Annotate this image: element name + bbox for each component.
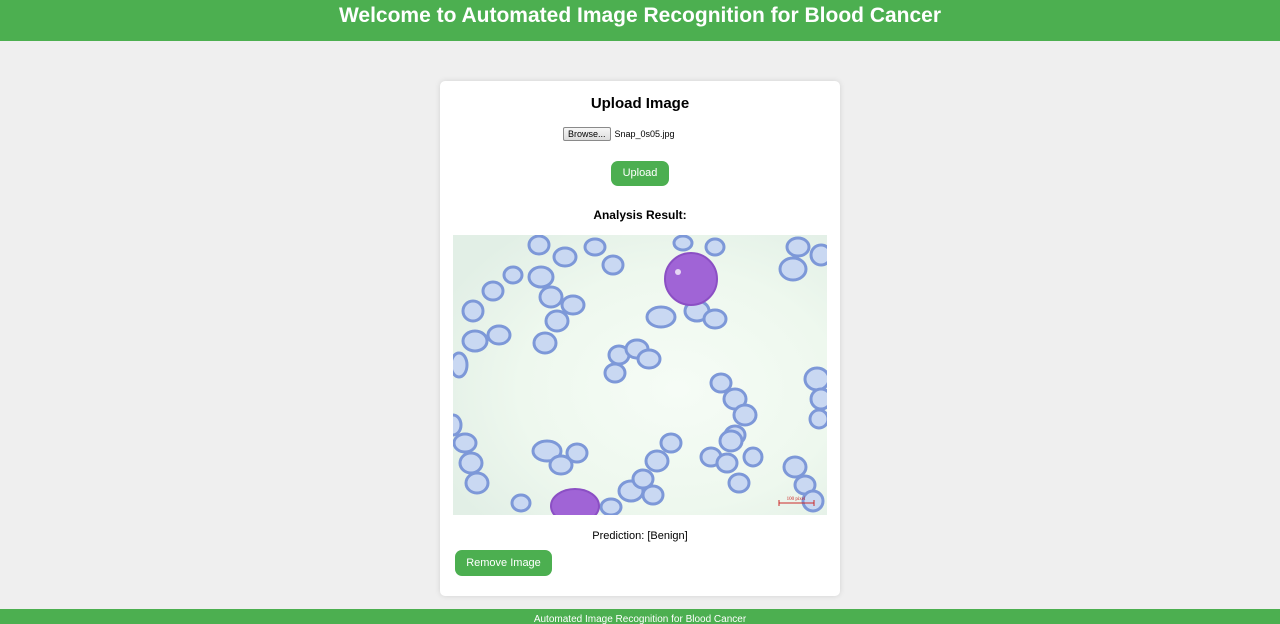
red-blood-cell — [544, 309, 570, 333]
red-blood-cell — [808, 408, 827, 430]
red-blood-cell — [527, 235, 551, 256]
red-blood-cell — [715, 452, 739, 474]
red-blood-cell — [809, 387, 827, 411]
footer-text: Automated Image Recognition for Blood Ca… — [533, 614, 747, 624]
red-blood-cell — [803, 366, 827, 392]
red-blood-cell — [461, 299, 485, 323]
red-blood-cell — [709, 372, 733, 394]
app-footer: Automated Image Recognition for Blood Ca… — [0, 609, 1280, 624]
red-blood-cell — [631, 468, 655, 490]
blood-smear-illustration: 100 pixel — [453, 235, 827, 515]
red-blood-cell — [809, 243, 827, 267]
red-blood-cell — [532, 331, 558, 355]
scale-bar-label: 100 pixel — [787, 497, 806, 502]
red-blood-cell — [552, 246, 578, 268]
red-blood-cell — [644, 449, 670, 473]
red-blood-cell — [583, 237, 607, 257]
red-blood-cell — [742, 446, 764, 468]
red-blood-cell — [704, 237, 726, 257]
blood-smear-image: 100 pixel — [453, 235, 827, 515]
red-blood-cell — [732, 403, 758, 427]
upload-title: Upload Image — [590, 95, 690, 112]
prediction-text: Prediction: [Benign] — [592, 530, 688, 542]
red-blood-cell — [727, 472, 751, 494]
red-blood-cell — [560, 294, 586, 316]
red-blood-cell — [464, 471, 490, 495]
red-blood-cell — [782, 455, 808, 479]
red-blood-cell — [601, 254, 625, 276]
red-blood-cell — [778, 256, 808, 282]
red-blood-cell — [603, 362, 627, 384]
app-header: Welcome to Automated Image Recognition f… — [0, 0, 1280, 41]
red-blood-cell — [672, 235, 694, 252]
red-blood-cell — [565, 442, 589, 464]
red-blood-cell — [599, 497, 623, 515]
red-blood-cell — [458, 451, 484, 475]
file-input[interactable]: Browse... Snap_0s05.jpg — [563, 126, 675, 142]
red-blood-cell — [538, 285, 564, 309]
red-blood-cell — [527, 265, 555, 289]
selected-file-name: Snap_0s05.jpg — [614, 129, 675, 139]
red-blood-cell — [453, 351, 469, 379]
red-blood-cell — [453, 432, 478, 454]
red-blood-cell — [659, 432, 683, 454]
red-blood-cell — [718, 429, 744, 453]
upload-card: Upload Image Browse... Snap_0s05.jpg Upl… — [440, 81, 840, 596]
red-blood-cell — [486, 324, 512, 346]
red-blood-cell — [785, 236, 811, 258]
upload-button[interactable]: Upload — [611, 161, 669, 186]
page-title: Welcome to Automated Image Recognition f… — [338, 4, 942, 27]
analysis-result-label: Analysis Result: — [593, 208, 687, 222]
remove-image-button[interactable]: Remove Image — [455, 550, 552, 576]
red-blood-cell — [461, 329, 489, 353]
red-blood-cell — [645, 305, 677, 329]
red-blood-cell — [636, 348, 662, 370]
red-blood-cell — [481, 280, 505, 302]
red-blood-cell — [502, 265, 524, 285]
browse-button[interactable]: Browse... — [563, 127, 611, 141]
red-blood-cell — [702, 308, 728, 330]
red-blood-cell — [453, 413, 463, 437]
red-blood-cell — [801, 489, 825, 513]
red-blood-cell — [510, 493, 532, 513]
